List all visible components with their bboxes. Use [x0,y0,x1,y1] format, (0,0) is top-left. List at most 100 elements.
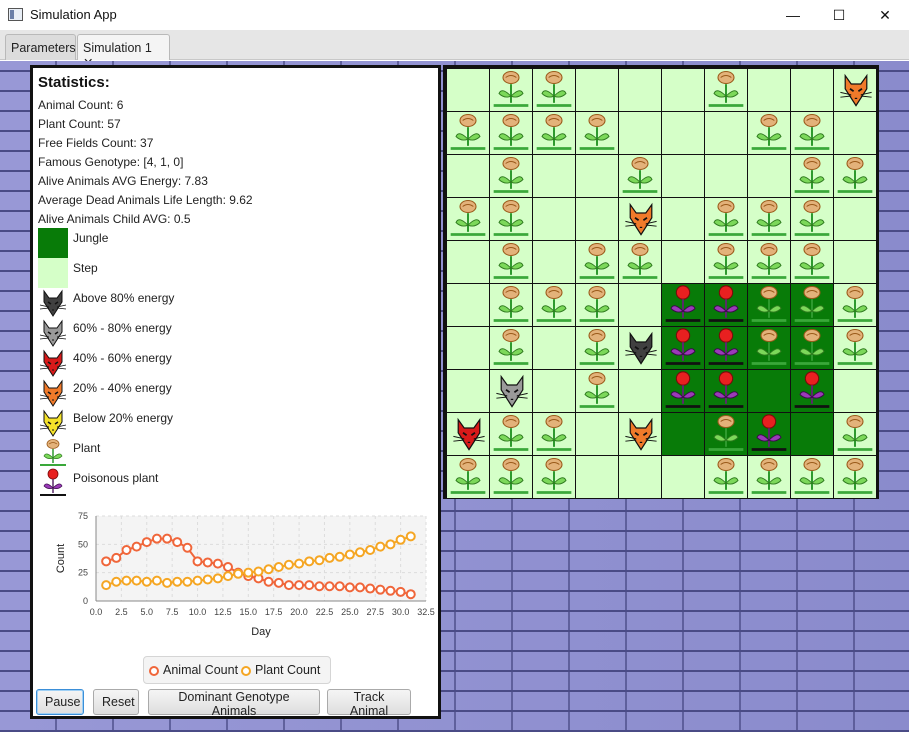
map-cell[interactable] [705,284,747,326]
map-cell[interactable] [791,284,833,326]
map-cell[interactable] [791,241,833,283]
map-cell[interactable] [748,327,790,369]
map-cell[interactable] [619,69,661,111]
map-cell[interactable] [576,241,618,283]
map-cell[interactable] [834,155,876,197]
map-cell[interactable] [533,284,575,326]
minimize-button[interactable]: — [770,0,816,30]
map-cell[interactable] [576,112,618,154]
map-cell[interactable] [791,69,833,111]
map-cell[interactable] [834,284,876,326]
map-cell[interactable] [834,327,876,369]
close-button[interactable]: ✕ [862,0,908,30]
map-cell[interactable] [447,456,489,498]
track-animal-button[interactable]: Track Animal [327,689,411,718]
map-cell[interactable] [576,155,618,197]
map-cell[interactable] [791,112,833,154]
map-cell[interactable] [705,241,747,283]
pause-button[interactable]: Pause [36,689,84,715]
map-cell[interactable] [705,413,747,455]
map-cell[interactable] [533,241,575,283]
map-cell[interactable] [662,456,704,498]
map-cell[interactable] [533,198,575,240]
map-cell[interactable] [748,370,790,412]
map-cell[interactable] [619,327,661,369]
map-cell[interactable] [834,198,876,240]
map-cell[interactable] [447,155,489,197]
map-cell[interactable] [619,413,661,455]
map-cell[interactable] [490,284,532,326]
map-cell[interactable] [576,327,618,369]
map-cell[interactable] [619,112,661,154]
tab-simulation-1[interactable]: Simulation 1 ✕ [77,34,170,70]
animal-icon[interactable] [623,415,659,453]
map-cell[interactable] [576,198,618,240]
map-cell[interactable] [447,370,489,412]
map-cell[interactable] [791,327,833,369]
map-cell[interactable] [490,241,532,283]
tab-parameters[interactable]: Parameters [5,34,76,60]
map-cell[interactable] [490,112,532,154]
map-cell[interactable] [619,284,661,326]
map-cell[interactable] [662,112,704,154]
map-cell[interactable] [490,456,532,498]
map-cell[interactable] [490,69,532,111]
map-cell[interactable] [619,370,661,412]
map-cell[interactable] [576,370,618,412]
map-cell[interactable] [447,198,489,240]
map-cell[interactable] [490,370,532,412]
map-cell[interactable] [748,413,790,455]
map-cell[interactable] [490,155,532,197]
animal-icon[interactable] [838,71,874,109]
map-cell[interactable] [533,327,575,369]
map-cell[interactable] [447,284,489,326]
animal-icon[interactable] [451,415,487,453]
map-cell[interactable] [447,69,489,111]
map-cell[interactable] [748,112,790,154]
map-cell[interactable] [447,241,489,283]
simulation-map[interactable] [443,65,879,499]
map-cell[interactable] [834,241,876,283]
map-cell[interactable] [619,155,661,197]
map-cell[interactable] [576,413,618,455]
map-cell[interactable] [533,370,575,412]
map-cell[interactable] [490,413,532,455]
map-cell[interactable] [834,370,876,412]
map-cell[interactable] [834,112,876,154]
map-cell[interactable] [748,198,790,240]
map-cell[interactable] [576,69,618,111]
map-cell[interactable] [576,456,618,498]
map-cell[interactable] [705,370,747,412]
map-cell[interactable] [834,69,876,111]
map-cell[interactable] [619,241,661,283]
map-cell[interactable] [576,284,618,326]
map-cell[interactable] [447,413,489,455]
map-cell[interactable] [748,284,790,326]
reset-button[interactable]: Reset [93,689,139,715]
map-cell[interactable] [705,327,747,369]
map-cell[interactable] [533,456,575,498]
dominant-genotype-button[interactable]: Dominant Genotype Animals [148,689,320,718]
map-cell[interactable] [791,155,833,197]
map-cell[interactable] [447,327,489,369]
map-cell[interactable] [490,198,532,240]
map-cell[interactable] [791,456,833,498]
map-cell[interactable] [619,198,661,240]
animal-icon[interactable] [494,372,530,410]
map-cell[interactable] [533,69,575,111]
map-cell[interactable] [748,456,790,498]
map-cell[interactable] [619,456,661,498]
map-cell[interactable] [791,370,833,412]
map-cell[interactable] [834,413,876,455]
map-cell[interactable] [447,112,489,154]
map-cell[interactable] [748,241,790,283]
map-cell[interactable] [533,112,575,154]
map-cell[interactable] [705,456,747,498]
map-cell[interactable] [748,155,790,197]
map-cell[interactable] [705,198,747,240]
map-cell[interactable] [662,327,704,369]
map-cell[interactable] [834,456,876,498]
map-cell[interactable] [791,198,833,240]
map-cell[interactable] [662,370,704,412]
animal-icon[interactable] [623,200,659,238]
